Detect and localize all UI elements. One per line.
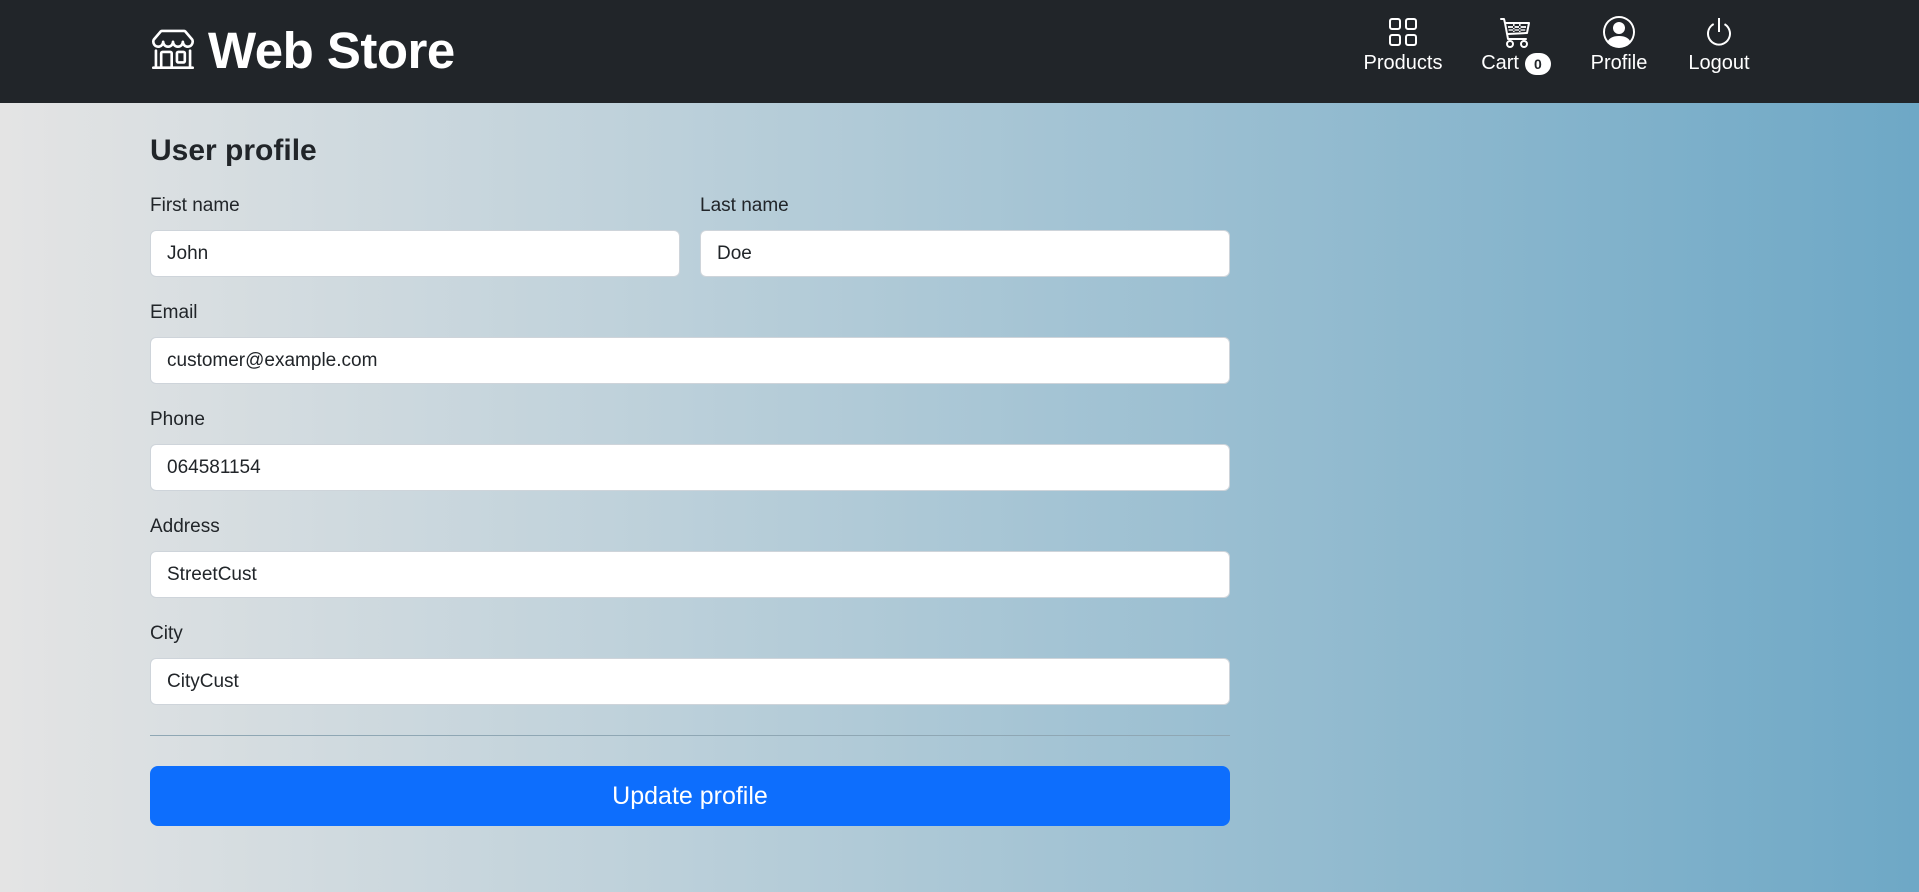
nav-products-label: Products — [1363, 52, 1443, 74]
last-name-label: Last name — [700, 195, 789, 216]
brand-link[interactable]: Web Store — [152, 18, 455, 82]
phone-label: Phone — [150, 409, 205, 430]
email-input[interactable] — [150, 337, 1230, 384]
city-label: City — [150, 623, 183, 644]
cart-count-badge: 0 — [1525, 52, 1551, 75]
navbar: Web Store Products Cart 0 Profile Logout — [0, 0, 1919, 103]
nav-profile-label: Profile — [1590, 52, 1648, 74]
shop-icon — [152, 27, 208, 74]
city-input[interactable] — [150, 658, 1230, 705]
power-icon — [1703, 16, 1735, 48]
phone-input[interactable] — [150, 444, 1230, 491]
nav-profile[interactable]: Profile — [1590, 16, 1648, 86]
person-circle-icon — [1603, 16, 1635, 48]
address-input[interactable] — [150, 551, 1230, 598]
first-name-label: First name — [150, 195, 240, 216]
form-divider — [150, 735, 1230, 736]
page-title: User profile — [150, 134, 317, 167]
nav-cart-label: Cart — [1481, 52, 1519, 74]
brand-name: Web Store — [208, 21, 455, 79]
update-profile-button[interactable]: Update profile — [150, 766, 1230, 826]
grid-icon — [1387, 16, 1419, 48]
email-label: Email — [150, 302, 198, 323]
address-label: Address — [150, 516, 220, 537]
first-name-input[interactable] — [150, 230, 680, 277]
cart-icon — [1500, 16, 1532, 48]
nav-logout[interactable]: Logout — [1686, 16, 1752, 86]
nav-products[interactable]: Products — [1364, 16, 1442, 86]
last-name-input[interactable] — [700, 230, 1230, 277]
nav-logout-label: Logout — [1688, 52, 1750, 74]
nav-cart[interactable]: Cart 0 — [1480, 16, 1552, 86]
